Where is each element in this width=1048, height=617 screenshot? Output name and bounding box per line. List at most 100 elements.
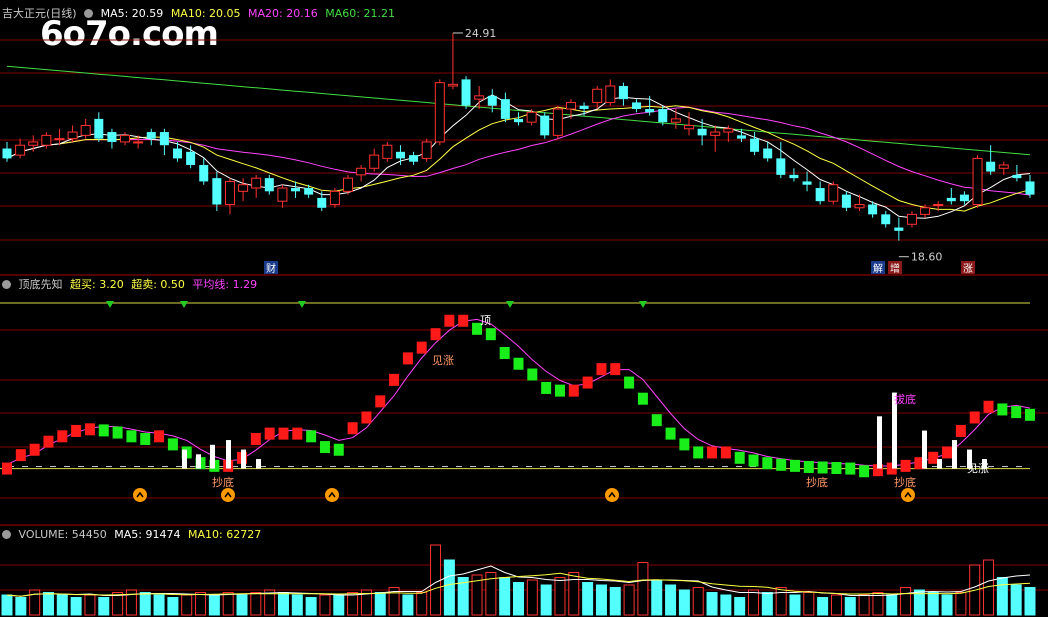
indicator-bar — [762, 457, 773, 470]
indicator-white-bar — [922, 430, 927, 469]
candle-body — [343, 177, 353, 192]
volume-ma10-label: MA10: 62727 — [187, 528, 262, 541]
sell-signal-arrow — [298, 301, 306, 308]
candle-body — [146, 132, 156, 139]
indicator-bar — [361, 411, 372, 424]
indicator-bar — [568, 384, 579, 397]
volume-bar — [430, 544, 442, 616]
volume-bar — [1024, 587, 1036, 616]
candle-body — [828, 184, 839, 202]
volume-header: VOLUME: 54450 MA5: 91474 MA10: 62727 — [2, 527, 265, 543]
volume-bar — [803, 592, 815, 616]
oversell-label: 超卖: 0.50 — [131, 278, 185, 291]
ma5-label: MA5: 20.59 — [100, 7, 164, 20]
indicator-bar — [278, 427, 289, 440]
indicator-bar — [444, 314, 455, 327]
indicator-bar — [942, 446, 953, 459]
volume-bar — [347, 592, 359, 616]
indicator-toggle-icon[interactable] — [2, 280, 11, 289]
volume-bar — [291, 594, 303, 616]
volume-bar — [761, 592, 773, 616]
candle-body — [421, 141, 432, 159]
indicator-bar — [596, 363, 607, 376]
volume-bar — [927, 592, 939, 616]
volume-toggle-icon[interactable] — [2, 530, 11, 539]
candle-body — [291, 188, 301, 192]
volume-bar — [416, 592, 428, 616]
candle-body — [173, 148, 182, 159]
candle-body — [251, 177, 262, 189]
volume-bar — [402, 594, 414, 616]
candle-body — [395, 151, 405, 159]
volume-bar — [56, 594, 68, 616]
volume-bar — [319, 594, 331, 616]
volume-bar — [208, 594, 220, 616]
volume-bar — [513, 582, 524, 616]
candle-body — [514, 118, 523, 123]
ma10-label: MA10: 20.05 — [170, 7, 241, 20]
main-title: 吉大正元(日线) — [2, 7, 77, 20]
volume-bar — [236, 594, 248, 616]
candle-body — [959, 194, 969, 202]
indicator-bar — [250, 433, 261, 445]
settings-toggle-icon[interactable] — [84, 9, 94, 18]
indicator-bar — [637, 392, 648, 405]
candle-body — [41, 134, 52, 146]
stock-chart: 24.9118.60财解增涨顶见涨见涨抄底 抄底 抄底拔底 — [0, 27, 1048, 616]
candle-body — [199, 164, 209, 182]
indicator-bar — [817, 461, 828, 474]
candle-body — [159, 132, 169, 146]
volume-bar — [70, 597, 82, 616]
volume-bar — [1, 594, 13, 616]
indicator-bar — [71, 424, 82, 437]
volume-bar — [996, 577, 1008, 616]
indicator-bar — [969, 411, 980, 424]
indicator-white-bar — [952, 440, 957, 469]
volume-bar — [941, 594, 953, 616]
volume-bar — [15, 597, 27, 616]
volume-bar — [499, 577, 511, 616]
candle-body — [868, 204, 878, 215]
indicator-bar — [154, 430, 165, 443]
indicator-bar — [582, 376, 593, 389]
indicator-avg-line — [6, 318, 1031, 467]
volume-bar — [595, 584, 607, 616]
volume-bar — [526, 579, 538, 616]
sell-signal-arrow — [639, 301, 647, 308]
candle-body — [317, 197, 327, 208]
volume-bar — [333, 594, 345, 616]
volume-bar — [374, 592, 386, 616]
candle-body — [447, 83, 458, 87]
indicator-bar — [333, 443, 344, 456]
candle-body — [409, 155, 419, 162]
volume-bar — [817, 597, 829, 616]
indicator-bar — [665, 427, 676, 440]
indicator-bar — [375, 395, 386, 408]
volume-bar — [678, 589, 690, 616]
indicator-bar — [776, 458, 787, 471]
indicator-bar — [679, 438, 690, 451]
volume-bar — [222, 592, 234, 616]
candle-body — [461, 79, 471, 106]
indicator-bar — [693, 446, 704, 459]
candle-body — [986, 161, 996, 172]
candle-body — [28, 141, 39, 146]
candle-body — [540, 115, 550, 136]
indicator-bar — [803, 460, 814, 473]
indicator-bar — [167, 438, 178, 451]
indicator-bar — [430, 328, 441, 341]
indicator-bar — [1011, 406, 1022, 419]
candle-body — [789, 174, 799, 179]
candle-body — [802, 181, 812, 185]
candle-body — [212, 178, 222, 205]
indicator-bar — [997, 403, 1008, 416]
candle-body — [120, 134, 131, 143]
avg-line-label: 平均线: 1.29 — [192, 278, 258, 291]
overbuy-label: 超买: 3.20 — [70, 278, 124, 291]
volume-bar — [665, 584, 677, 616]
indicator-bar — [306, 430, 317, 443]
indicator-bar — [955, 424, 966, 437]
indicator-white-bar — [196, 454, 201, 469]
volume-bar — [955, 592, 967, 616]
indicator-white-bar — [182, 449, 187, 469]
